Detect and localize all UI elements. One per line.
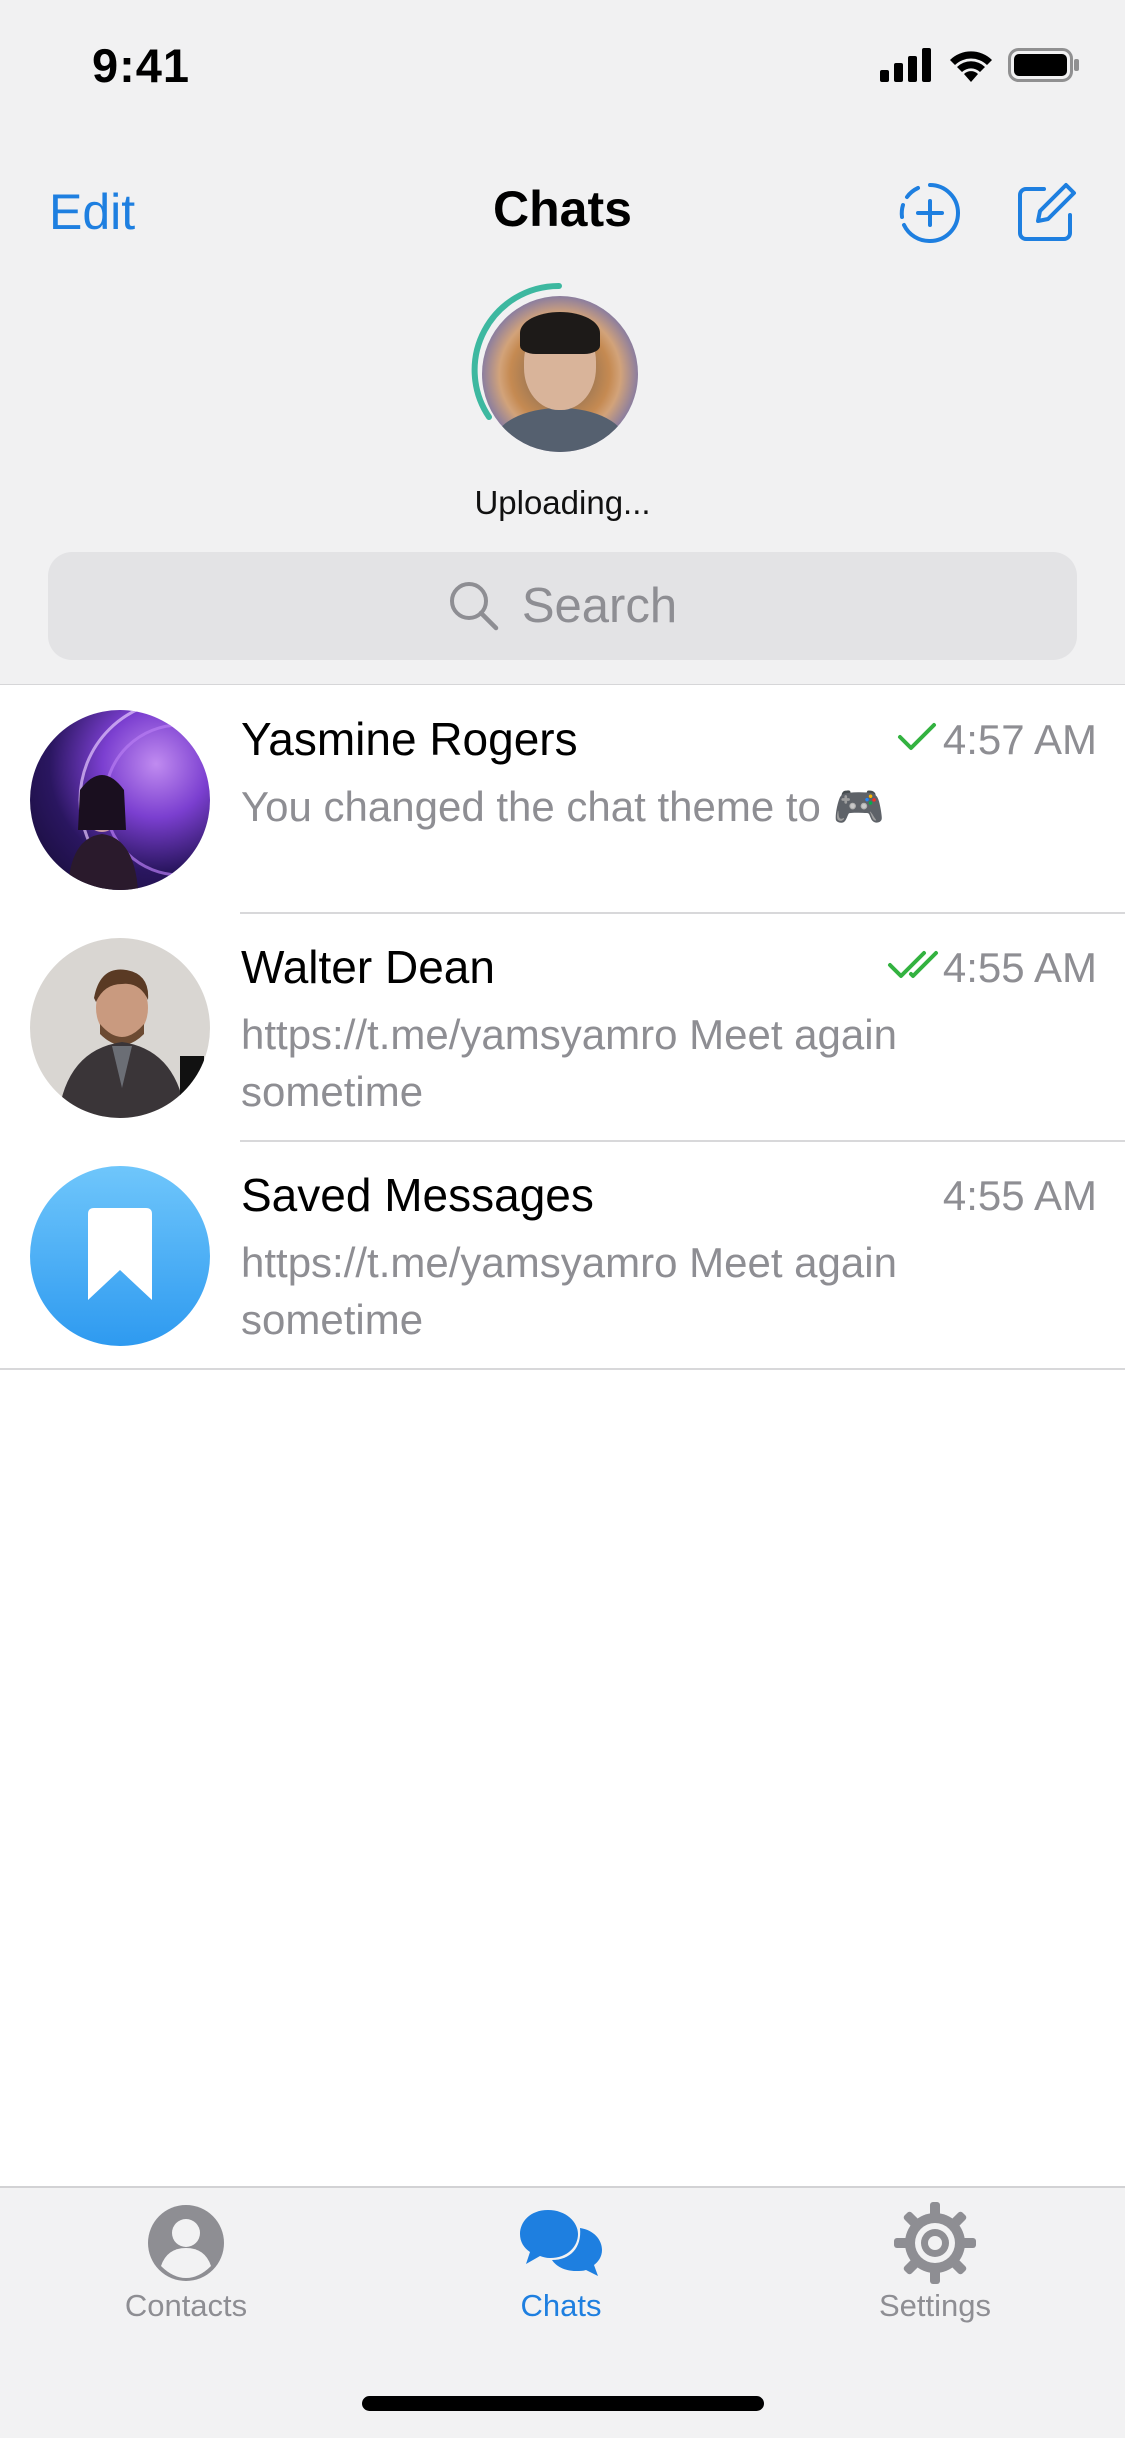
avatar-body-shape xyxy=(494,408,626,452)
compose-icon[interactable] xyxy=(1014,181,1078,245)
chat-preview: https://t.me/yamsyamro Meet again someti… xyxy=(241,1011,897,1115)
story-upload-label: Uploading... xyxy=(474,484,651,521)
tab-label: Chats xyxy=(520,2288,602,2323)
avatar xyxy=(30,1166,210,1346)
search-icon xyxy=(449,582,499,631)
chat-name: Saved Messages xyxy=(241,1169,594,1221)
settings-icon xyxy=(894,2202,976,2284)
chat-row-saved-messages[interactable]: Saved Messages 4:55 AM https://t.me/yams… xyxy=(0,1142,1125,1370)
avatar xyxy=(30,938,210,1118)
chat-time: 4:55 AM xyxy=(942,944,1097,991)
search-input[interactable]: Search xyxy=(48,552,1077,660)
chat-time: 4:55 AM xyxy=(942,1172,1097,1219)
avatar xyxy=(30,710,210,890)
tab-chats[interactable]: Chats xyxy=(461,2200,661,2324)
wifi-icon xyxy=(950,51,992,82)
story-avatar[interactable] xyxy=(482,296,638,452)
tab-label: Settings xyxy=(878,2288,991,2323)
divider xyxy=(0,1368,1125,1370)
chat-name: Yasmine Rogers xyxy=(241,713,578,765)
chat-row-yasmine-rogers[interactable]: Yasmine Rogers 4:57 AM You changed the c… xyxy=(0,686,1125,914)
single-check-icon xyxy=(898,723,936,750)
avatar-portrait-shape xyxy=(68,710,210,890)
tab-settings[interactable]: Settings xyxy=(835,2200,1035,2324)
chat-time: 4:57 AM xyxy=(942,716,1097,763)
avatar-hair-shape xyxy=(520,312,600,354)
chat-name: Walter Dean xyxy=(241,941,495,993)
cellular-signal-icon xyxy=(880,48,931,82)
chat-preview: https://t.me/yamsyamro Meet again someti… xyxy=(241,1239,897,1343)
status-time: 9:41 xyxy=(92,39,191,92)
chats-icon xyxy=(520,2210,602,2276)
status-icons xyxy=(880,48,1080,82)
double-check-icon xyxy=(888,951,938,978)
story-add-icon[interactable] xyxy=(898,181,962,245)
header-area: 9:41 Edit Chats Uploading... Search xyxy=(0,0,1125,685)
tab-label: Contacts xyxy=(124,2288,248,2323)
tab-contacts[interactable]: Contacts xyxy=(86,2200,286,2324)
chat-row-walter-dean[interactable]: Walter Dean 4:55 AM https://t.me/yamsyam… xyxy=(0,914,1125,1142)
home-indicator[interactable] xyxy=(362,2396,764,2411)
bookmark-icon xyxy=(88,1208,152,1300)
search-placeholder: Search xyxy=(521,579,678,633)
contacts-icon xyxy=(148,2205,224,2281)
avatar-portrait-shape xyxy=(58,969,204,1118)
battery-icon xyxy=(1008,48,1079,82)
chat-preview: You changed the chat theme to 🎮 xyxy=(241,783,885,830)
